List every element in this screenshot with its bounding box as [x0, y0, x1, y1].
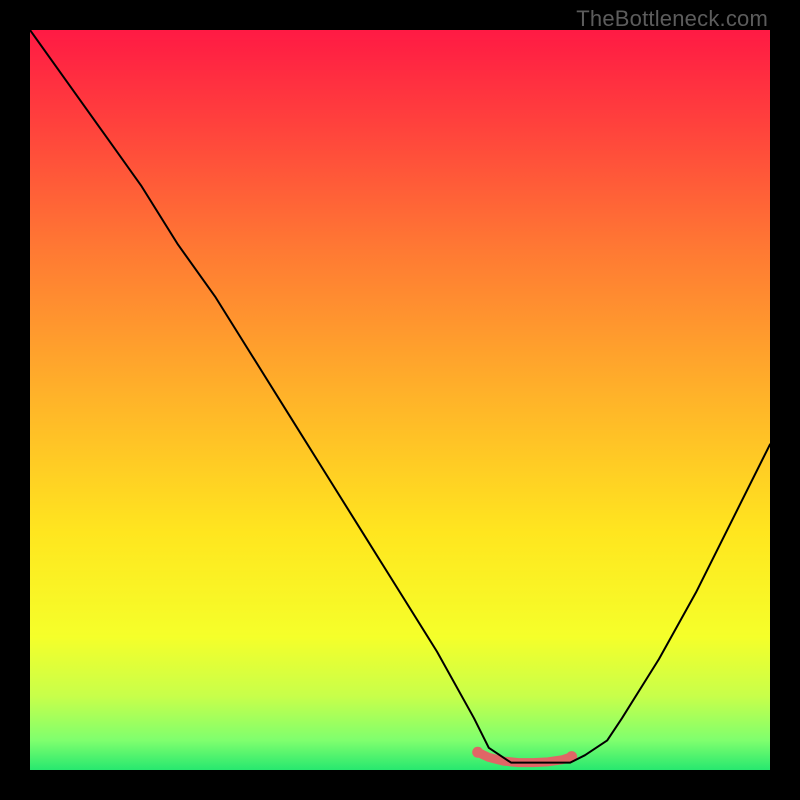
flat-segment-highlight [478, 752, 572, 762]
chart-curve-layer [30, 30, 770, 770]
watermark-text: TheBottleneck.com [576, 6, 768, 32]
chart-container: TheBottleneck.com [0, 0, 800, 800]
highlight-endpoint-start [472, 747, 483, 758]
bottleneck-curve [30, 30, 770, 763]
plot-area [30, 30, 770, 770]
